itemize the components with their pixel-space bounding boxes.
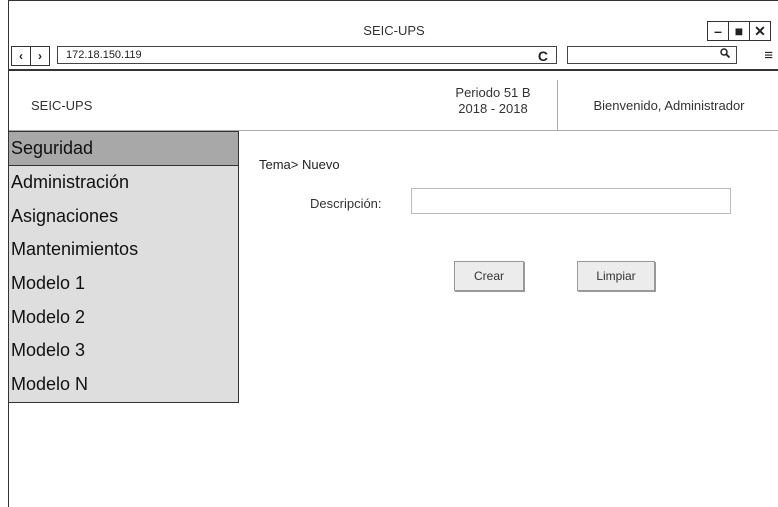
minimize-icon[interactable]: – [708, 22, 728, 40]
sidebar-item-asignaciones[interactable]: Asignaciones [9, 200, 238, 234]
reload-icon[interactable]: C [538, 48, 548, 64]
close-icon[interactable]: ✕ [749, 22, 770, 40]
sidebar-item-administracion[interactable]: Administración [9, 166, 238, 200]
sidebar-item-mantenimientos[interactable]: Mantenimientos [9, 233, 238, 267]
menu-icon[interactable]: ≡ [764, 47, 773, 64]
period-years: 2018 - 2018 [458, 101, 528, 116]
create-button[interactable]: Crear [454, 261, 524, 291]
sidebar-item-modelo-1[interactable]: Modelo 1 [9, 267, 238, 301]
app-name: SEIC-UPS [31, 98, 93, 113]
nav-buttons: ‹ › [11, 46, 50, 66]
address-bar: ‹ › 172.18.150.119 C [9, 45, 778, 67]
period-info: Periodo 51 B 2018 - 2018 [433, 85, 553, 117]
sidebar-item-modelo-2[interactable]: Modelo 2 [9, 301, 238, 335]
back-icon[interactable]: ‹ [12, 47, 30, 65]
sidebar-item-seguridad[interactable]: Seguridad [9, 132, 238, 166]
breadcrumb: Tema> Nuevo [259, 157, 340, 172]
sidebar-item-modelo-n[interactable]: Modelo N [9, 368, 238, 402]
sidebar-item-modelo-3[interactable]: Modelo 3 [9, 334, 238, 368]
window-controls: – ■ ✕ [707, 21, 771, 41]
description-input[interactable] [411, 188, 731, 214]
app-header: SEIC-UPS Periodo 51 B 2018 - 2018 Bienve… [9, 80, 778, 131]
clear-button[interactable]: Limpiar [577, 261, 655, 291]
welcome-message: Bienvenido, Administrador [557, 80, 778, 130]
maximize-icon[interactable]: ■ [728, 22, 749, 40]
search-icon[interactable] [720, 48, 731, 61]
window-title: SEIC-UPS [363, 23, 425, 38]
browser-window: SEIC-UPS – ■ ✕ ‹ › 172.18.150.119 C ≡ SE… [8, 0, 778, 507]
browser-search-field[interactable] [567, 46, 737, 64]
url-text: 172.18.150.119 [66, 49, 142, 61]
sidebar-menu: Seguridad Administración Asignaciones Ma… [9, 131, 239, 403]
title-bar: SEIC-UPS – ■ ✕ [9, 0, 778, 45]
forward-icon[interactable]: › [30, 47, 49, 65]
period-line: Periodo 51 B [455, 85, 531, 100]
toolbar-divider [9, 69, 778, 71]
description-label: Descripción: [310, 196, 382, 211]
url-field[interactable]: 172.18.150.119 C [57, 46, 557, 64]
